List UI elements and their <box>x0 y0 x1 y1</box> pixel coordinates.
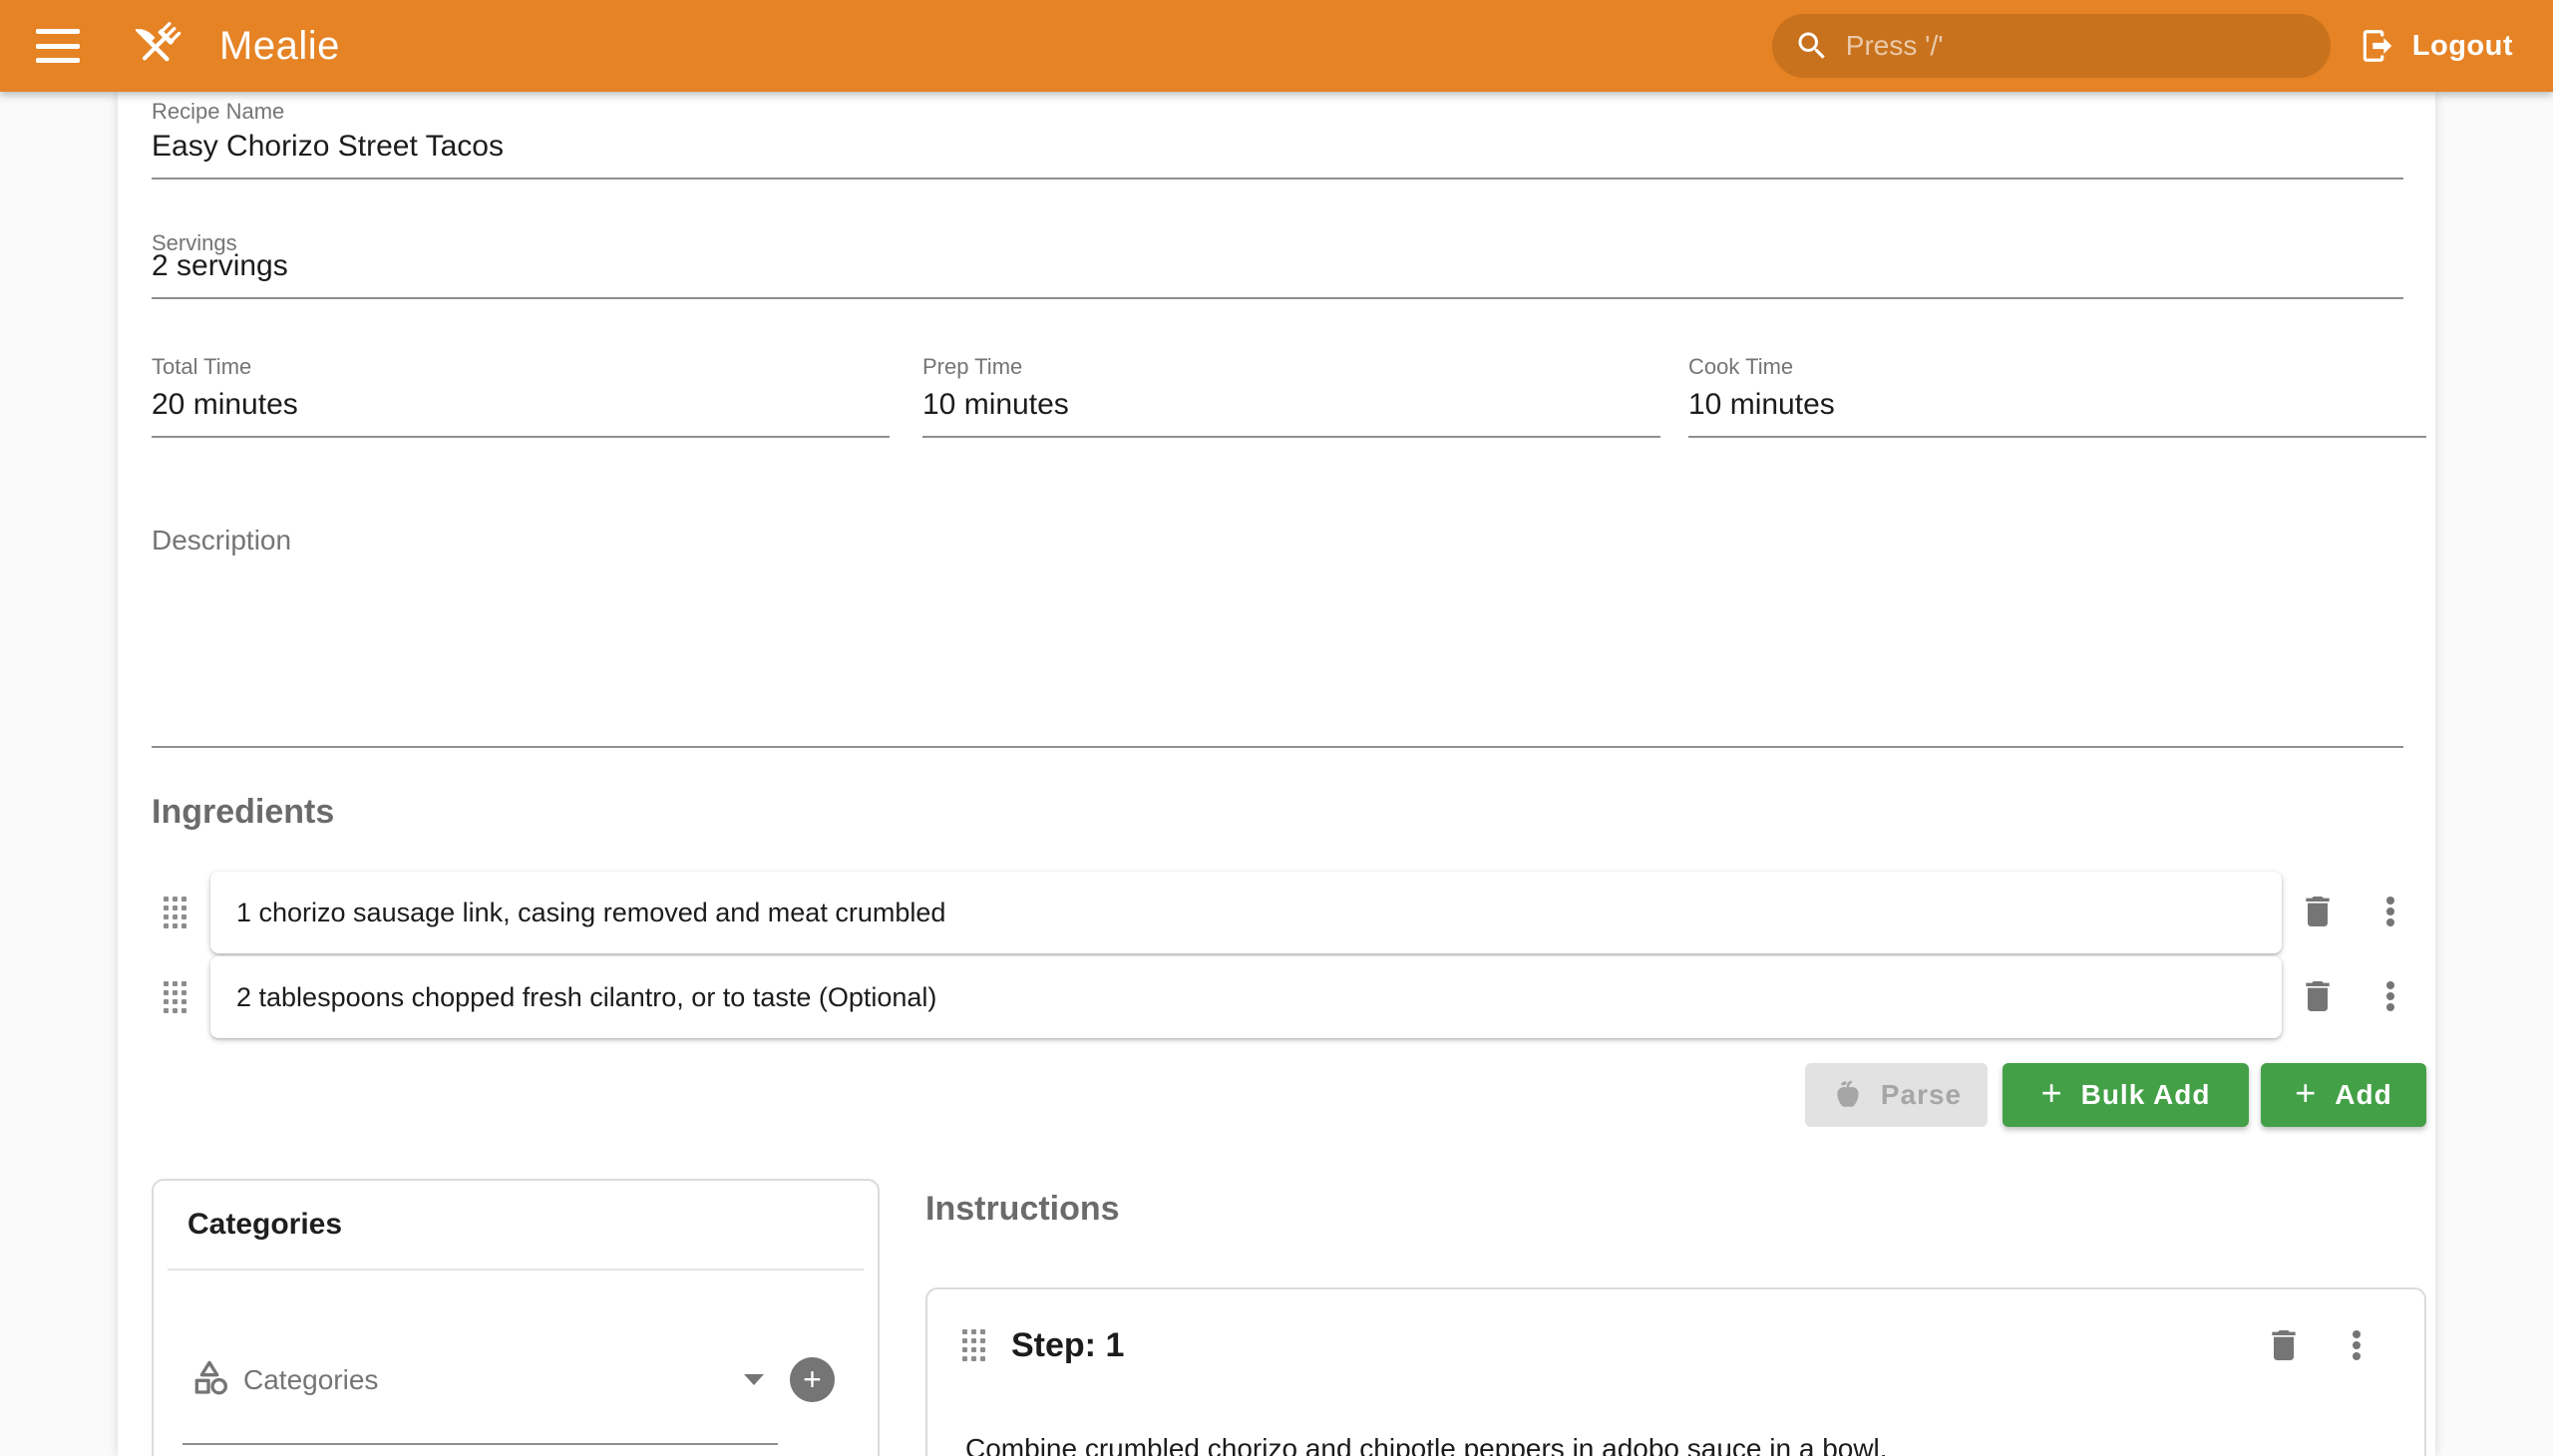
kebab-icon <box>2374 896 2406 927</box>
ingredients-heading: Ingredients <box>152 790 334 834</box>
prep-time-field[interactable]: Prep Time 10 minutes <box>922 353 1660 438</box>
ingredient-input[interactable]: 2 tablespoons chopped fresh cilantro, or… <box>210 956 2282 1038</box>
description-label: Description <box>152 525 291 556</box>
mealie-logo-icon <box>126 15 187 77</box>
cook-time-field[interactable]: Cook Time 10 minutes <box>1688 353 2426 438</box>
ingredient-text: 1 chorizo sausage link, casing removed a… <box>236 898 945 928</box>
cook-time-label: Cook Time <box>1688 353 1793 381</box>
drag-handle[interactable] <box>164 981 186 1013</box>
total-time-label: Total Time <box>152 353 251 381</box>
apple-icon <box>1831 1078 1865 1112</box>
kebab-icon <box>2341 1329 2372 1361</box>
servings-value: 2 servings <box>152 247 288 285</box>
select-underline <box>182 1443 778 1445</box>
mealie-app: Mealie Logout Recipe Name Easy Chorizo S… <box>0 0 2553 1456</box>
bulk-add-button[interactable]: + Bulk Add <box>2003 1063 2249 1127</box>
servings-field[interactable]: Servings 2 servings <box>152 229 2403 299</box>
hamburger-icon <box>36 29 80 34</box>
chevron-down-icon[interactable] <box>744 1374 764 1385</box>
logout-label: Logout <box>2412 30 2513 63</box>
total-time-field[interactable]: Total Time 20 minutes <box>152 353 890 438</box>
ingredient-text: 2 tablespoons chopped fresh cilantro, or… <box>236 982 936 1013</box>
recipe-name-label: Recipe Name <box>152 98 284 126</box>
divider <box>168 1269 864 1271</box>
plus-icon: + <box>2041 1072 2063 1114</box>
logout-button[interactable]: Logout <box>2359 27 2513 65</box>
recipe-editor-card: Recipe Name Easy Chorizo Street Tacos Se… <box>118 92 2435 1456</box>
ingredient-input[interactable]: 1 chorizo sausage link, casing removed a… <box>210 872 2282 953</box>
logout-icon <box>2359 27 2396 65</box>
search-icon <box>1794 28 1830 64</box>
cook-time-value: 10 minutes <box>1688 386 1835 424</box>
step-text[interactable]: Combine crumbled chorizo and chipotle pe… <box>965 1430 2384 1456</box>
recipe-name-field[interactable]: Recipe Name Easy Chorizo Street Tacos <box>152 98 2403 180</box>
prep-time-value: 10 minutes <box>922 386 1069 424</box>
delete-ingredient-button[interactable] <box>2298 976 2338 1016</box>
step-menu-button[interactable] <box>2341 1329 2372 1361</box>
kebab-icon <box>2374 980 2406 1012</box>
delete-step-button[interactable] <box>2264 1325 2304 1365</box>
menu-button[interactable] <box>36 29 80 63</box>
drag-handle[interactable] <box>962 1329 985 1361</box>
ingredient-menu-button[interactable] <box>2374 980 2406 1012</box>
trash-icon <box>2264 1325 2304 1365</box>
trash-icon <box>2298 976 2338 1016</box>
parse-label: Parse <box>1881 1079 1962 1111</box>
drag-handle[interactable] <box>164 897 186 928</box>
categories-card: Categories Categories + <box>152 1179 880 1456</box>
trash-icon <box>2298 892 2338 931</box>
home-link[interactable]: Mealie <box>80 15 340 77</box>
recipe-name-value: Easy Chorizo Street Tacos <box>152 128 504 166</box>
instruction-step-card: Step: 1 Combine crumbled chorizo and chi… <box>925 1287 2426 1456</box>
plus-icon: + <box>2295 1072 2317 1114</box>
add-category-button[interactable]: + <box>790 1357 835 1402</box>
categories-title: Categories <box>187 1205 342 1245</box>
ingredient-menu-button[interactable] <box>2374 896 2406 927</box>
delete-ingredient-button[interactable] <box>2298 892 2338 931</box>
add-label: Add <box>2335 1079 2391 1111</box>
shapes-icon <box>191 1358 231 1398</box>
categories-select[interactable]: Categories <box>243 1362 378 1398</box>
bulk-add-label: Bulk Add <box>2081 1079 2211 1111</box>
step-title: Step: 1 <box>1011 1322 1124 1368</box>
prep-time-label: Prep Time <box>922 353 1022 381</box>
description-field[interactable]: Description <box>152 521 2403 748</box>
app-title: Mealie <box>219 24 340 69</box>
instructions-heading: Instructions <box>925 1187 1120 1231</box>
app-bar: Mealie Logout <box>0 0 2553 92</box>
add-ingredient-button[interactable]: + Add <box>2261 1063 2426 1127</box>
plus-icon: + <box>803 1361 822 1398</box>
parse-button[interactable]: Parse <box>1805 1063 1988 1127</box>
total-time-value: 20 minutes <box>152 386 298 424</box>
search-input[interactable] <box>1846 30 2275 62</box>
search-bar[interactable] <box>1772 14 2331 78</box>
